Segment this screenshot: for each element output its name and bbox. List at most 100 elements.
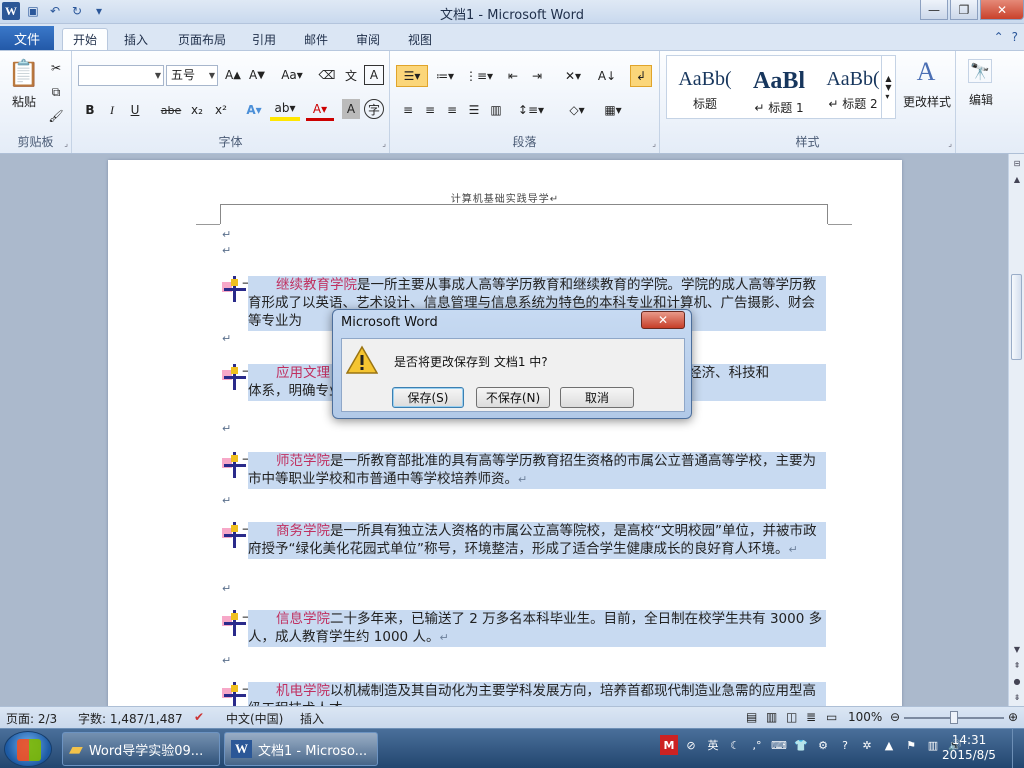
find-icon[interactable]: 🔭 <box>968 59 992 83</box>
borders-icon[interactable]: ▦▾ <box>598 99 628 121</box>
char-border-icon[interactable]: A <box>364 65 384 85</box>
char-shading-icon[interactable]: A <box>342 99 360 119</box>
ime-block-icon[interactable]: ⊘ <box>682 735 700 755</box>
dont-save-button[interactable]: 不保存(N) <box>476 387 550 408</box>
text-effects-icon[interactable]: A▾ <box>240 99 268 121</box>
phonetic-guide-icon[interactable]: 文 <box>340 65 362 85</box>
zoom-level[interactable]: 100% <box>848 710 882 724</box>
change-case-icon[interactable]: Aa▾ <box>278 65 306 85</box>
numbering-icon[interactable]: ≔▾ <box>430 65 460 87</box>
document-page[interactable]: 计算机基础实践导学↵ ↵ ↵ → 继续教育学院是一所主要从事成人高等学历教育和继… <box>108 160 902 706</box>
zoom-out-icon[interactable]: ⊖ <box>890 710 900 724</box>
italic-button[interactable]: I <box>102 99 122 121</box>
settings-tray-icon[interactable]: ✲ <box>858 735 876 755</box>
save-button[interactable]: 保存(S) <box>392 387 464 408</box>
action-center-icon[interactable]: ⚑ <box>902 735 920 755</box>
tools-icon[interactable]: ⚙ <box>814 735 832 755</box>
fullscreen-read-icon[interactable]: ▥ <box>766 710 777 724</box>
prev-page-icon[interactable]: ⇞ <box>1010 658 1024 672</box>
subscript-button[interactable]: x₂ <box>186 99 208 121</box>
format-painter-icon[interactable]: 🖌 <box>46 107 66 125</box>
copy-icon[interactable]: ⧉ <box>46 83 66 101</box>
start-button[interactable] <box>4 731 52 767</box>
list-item[interactable]: → 师范学院是一所教育部批准的具有高等学历教育招生资格的市属公立普通高等学校，主… <box>222 452 826 489</box>
scroll-down-icon[interactable]: ▼ <box>1010 642 1024 656</box>
punctuation-icon[interactable]: ,° <box>748 735 766 755</box>
style-heading-1[interactable]: AaBl ↵ 标题 1 <box>743 62 815 118</box>
insert-mode[interactable]: 插入 <box>300 710 324 727</box>
select-browse-icon[interactable]: ● <box>1010 674 1024 688</box>
taskbar-item-explorer[interactable]: ▰ Word导学实验09... <box>62 732 220 766</box>
dialog-launcher-icon[interactable]: ⌟ <box>382 139 386 148</box>
tab-references[interactable]: 引用 <box>246 28 282 50</box>
style-heading-2[interactable]: AaBb( ↵ 标题 2 <box>817 62 889 118</box>
paste-icon[interactable]: 📋 <box>8 57 40 91</box>
superscript-button[interactable]: x² <box>210 99 232 121</box>
list-item[interactable]: → 商务学院是一所具有独立法人资格的市属公立高等院校，是高校“文明校园”单位，并… <box>222 522 826 559</box>
taskbar-item-word[interactable]: W 文档1 - Microso... <box>224 732 378 766</box>
next-page-icon[interactable]: ⇟ <box>1010 690 1024 704</box>
scroll-thumb[interactable] <box>1011 274 1022 360</box>
ime-m-icon[interactable]: M <box>660 735 678 755</box>
dialog-launcher-icon[interactable]: ⌟ <box>64 139 68 148</box>
show-desktop-button[interactable] <box>1012 729 1024 768</box>
minimize-button[interactable]: — <box>920 0 948 20</box>
decrease-indent-icon[interactable]: ⇤ <box>502 65 524 87</box>
clear-format-icon[interactable]: ⌫ <box>316 65 338 85</box>
list-item[interactable]: → 信息学院二十多年来，已输送了 2 万多名本科毕业生。目前，全日制在校学生共有… <box>222 610 826 647</box>
change-styles-icon[interactable]: A <box>906 57 946 87</box>
font-name-combo[interactable]: ▼ <box>78 65 164 86</box>
zoom-in-icon[interactable]: ⊕ <box>1008 710 1018 724</box>
tray-clock[interactable]: 14:31 2015/8/5 <box>934 733 1004 763</box>
outline-icon[interactable]: ≣ <box>806 710 816 724</box>
tab-view[interactable]: 视图 <box>402 28 438 50</box>
grow-font-icon[interactable]: A ▲ <box>222 65 244 85</box>
paste-label[interactable]: 粘贴 <box>6 93 42 109</box>
help-tray-icon[interactable]: ? <box>836 735 854 755</box>
word-count[interactable]: 字数: 1,487/1,487 <box>78 710 183 727</box>
shading-icon[interactable]: ◇▾ <box>562 99 592 121</box>
underline-button[interactable]: U <box>124 99 146 121</box>
tab-mailings[interactable]: 邮件 <box>298 28 334 50</box>
draft-icon[interactable]: ▭ <box>826 710 837 724</box>
show-marks-icon[interactable]: ↲ <box>630 65 652 87</box>
cut-icon[interactable]: ✂ <box>46 59 66 77</box>
tab-insert[interactable]: 插入 <box>116 28 156 50</box>
align-left-icon[interactable]: ≡ <box>398 99 418 121</box>
page-indicator[interactable]: 页面: 2/3 <box>6 710 57 727</box>
cancel-button[interactable]: 取消 <box>560 387 634 408</box>
keyboard-icon[interactable]: ⌨ <box>770 735 788 755</box>
dialog-close-button[interactable]: ✕ <box>641 311 685 329</box>
font-color-icon[interactable]: A▾ <box>306 99 334 121</box>
list-item[interactable]: → 机电学院以机械制造及其自动化为主要学科发展方向，培养首都现代制造业急需的应用… <box>222 682 826 706</box>
dialog-launcher-icon[interactable]: ⌟ <box>948 139 952 148</box>
ime-mode[interactable]: 英 <box>704 735 722 755</box>
justify-icon[interactable]: ☰ <box>464 99 484 121</box>
style-heading[interactable]: AaBb( 标题 <box>669 62 741 118</box>
char-scaling-icon[interactable]: ✕▾ <box>558 65 588 87</box>
scroll-up-icon[interactable]: ▲ <box>1010 172 1024 186</box>
web-layout-icon[interactable]: ◫ <box>786 710 797 724</box>
align-right-icon[interactable]: ≡ <box>442 99 462 121</box>
proofing-icon[interactable]: ✔ <box>194 710 204 724</box>
zoom-slider-thumb[interactable] <box>950 711 958 724</box>
align-center-icon[interactable]: ≡ <box>420 99 440 121</box>
line-spacing-icon[interactable]: ↕≡▾ <box>516 99 546 121</box>
language-indicator[interactable]: 中文(中国) <box>226 710 283 727</box>
gallery-scroll-icon[interactable]: ▲ ▼ ▾ <box>881 56 895 118</box>
collapse-ribbon-icon[interactable]: ⌃ <box>994 30 1004 44</box>
tab-review[interactable]: 审阅 <box>350 28 386 50</box>
tab-page-layout[interactable]: 页面布局 <box>172 28 232 50</box>
multilevel-list-icon[interactable]: ⋮≡▾ <box>464 65 494 87</box>
enclose-char-icon[interactable]: 字 <box>364 99 384 119</box>
editing-label[interactable]: 编辑 <box>960 91 1002 107</box>
skin-icon[interactable]: 👕 <box>792 735 810 755</box>
restore-button[interactable]: ❐ <box>950 0 978 20</box>
bold-button[interactable]: B <box>80 99 100 121</box>
ruler-toggle-icon[interactable]: ⊟ <box>1010 156 1024 170</box>
shrink-font-icon[interactable]: A ▼ <box>246 65 268 85</box>
tray-expand-icon[interactable]: ▲ <box>880 735 898 755</box>
close-window-button[interactable]: ✕ <box>980 0 1024 20</box>
vertical-scrollbar[interactable]: ⊟ ▲ ▼ ⇞ ● ⇟ <box>1008 154 1024 706</box>
sort-icon[interactable]: A↓ <box>596 65 618 87</box>
